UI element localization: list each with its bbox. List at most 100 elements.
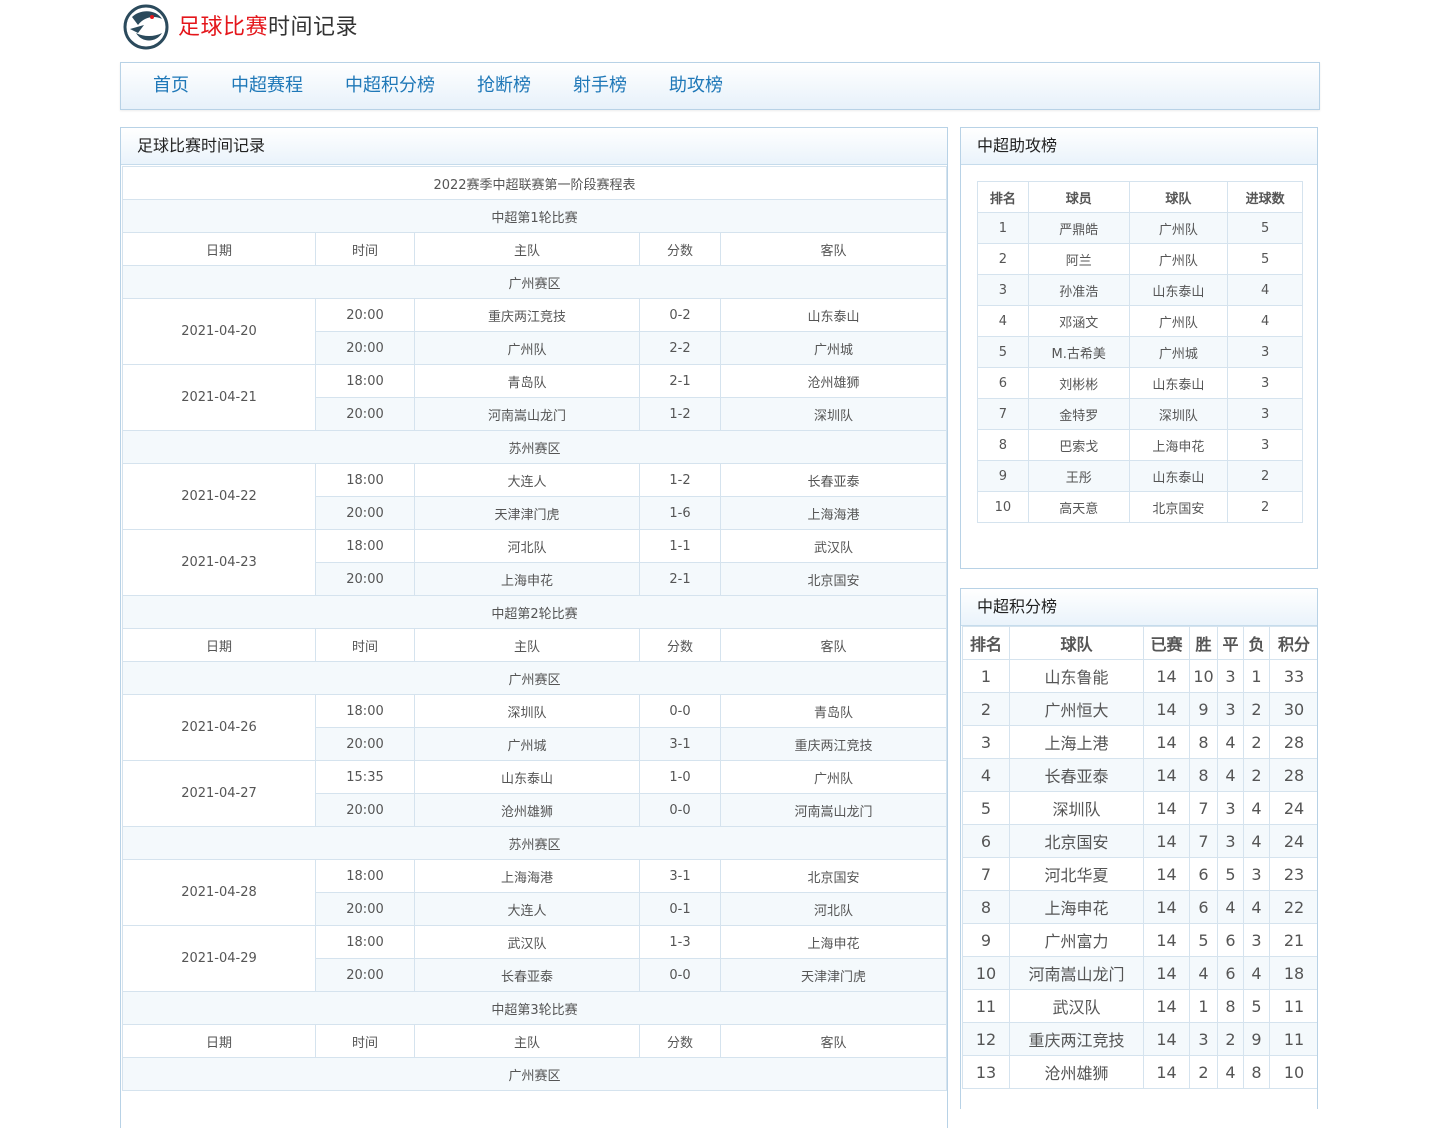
assists-row: 1 严鼎皓 广州队 5	[977, 212, 1303, 244]
match-time: 20:00	[315, 496, 415, 530]
nav-steals[interactable]: 抢断榜	[456, 63, 552, 109]
standings-points: 24	[1269, 791, 1317, 825]
match-score: 0-1	[639, 892, 721, 926]
standings-team: 上海申花	[1009, 890, 1144, 924]
schedule-panel: 足球比赛时间记录 2022赛季中超联赛第一阶段赛程表 中超第1轮比赛 日期 时间 主队分…	[120, 127, 948, 1128]
header-score: 分数	[639, 1024, 721, 1058]
assists-row: 3 孙准浩 山东泰山 4	[977, 274, 1303, 306]
standings-draw: 5	[1217, 857, 1244, 891]
site-logo-icon[interactable]	[122, 3, 170, 51]
assists-goals: 2	[1227, 460, 1303, 492]
assists-team: 山东泰山	[1128, 367, 1229, 399]
assists-rank: 2	[977, 243, 1029, 275]
header-score: 分数	[639, 232, 721, 266]
match-score: 1-6	[639, 496, 721, 530]
assists-rank: 4	[977, 305, 1029, 337]
standings-points: 11	[1269, 989, 1317, 1023]
assists-row: 4 邓涵文 广州队 4	[977, 305, 1303, 337]
nav-scorers[interactable]: 射手榜	[552, 63, 648, 109]
match-home: 广州城	[414, 727, 640, 761]
match-time: 20:00	[315, 727, 415, 761]
match-score: 2-2	[639, 331, 721, 365]
match-date: 2021-04-29	[122, 925, 316, 992]
header-home: 主队	[414, 1024, 640, 1058]
standings-panel: 中超积分榜 排名 球队 已赛胜平负积分 1 山东鲁能 14 10 3 1 33 2 广州恒大 14 9 3…	[960, 588, 1318, 1109]
header-away: 客队	[719, 1024, 947, 1058]
standings-loss: 2	[1243, 692, 1270, 726]
match-row: 2021-04-28 18:00 上海海港 3-1 北京国安	[122, 859, 947, 926]
header-date: 日期	[122, 628, 316, 662]
assists-rank: 10	[977, 491, 1029, 523]
match-score: 3-1	[639, 859, 721, 893]
standings-draw: 3	[1217, 659, 1244, 693]
match-score: 2-1	[639, 364, 721, 398]
schedule-panel-title: 足球比赛时间记录	[121, 128, 947, 165]
site-title[interactable]: 足球比赛时间记录	[178, 13, 358, 43]
match-away: 深圳队	[719, 397, 947, 431]
standings-draw: 8	[1217, 989, 1244, 1023]
nav-standings[interactable]: 中超积分榜	[324, 63, 456, 109]
match-date: 2021-04-21	[122, 364, 316, 431]
header-time: 时间	[315, 1024, 415, 1058]
standings-team: 山东鲁能	[1009, 659, 1144, 693]
assists-rank: 5	[977, 336, 1029, 368]
nav-home[interactable]: 首页	[132, 63, 210, 109]
standings-header-cell: 负	[1243, 626, 1270, 660]
standings-points: 28	[1269, 758, 1317, 792]
standings-win: 9	[1189, 692, 1218, 726]
match-row: 2021-04-26 18:00 深圳队 0-0 青岛队	[122, 694, 947, 761]
standings-header-cell: 积分	[1269, 626, 1317, 660]
match-home: 长春亚泰	[414, 958, 640, 992]
standings-row: 7 河北华夏 14 6 5 3 23	[962, 857, 1317, 891]
assists-rank: 9	[977, 460, 1029, 492]
match-home: 上海申花	[414, 562, 640, 596]
zone-title: 苏州赛区	[121, 826, 947, 860]
standings-win: 7	[1189, 824, 1218, 858]
assists-player: 金特罗	[1027, 398, 1130, 430]
match-time: 20:00	[315, 958, 415, 992]
match-home: 沧州雄狮	[414, 793, 640, 827]
nav-schedule[interactable]: 中超赛程	[210, 63, 324, 109]
standings-row: 3 上海上港 14 8 4 2 28	[962, 725, 1317, 759]
match-away: 河北队	[719, 892, 947, 926]
assists-player: 高天意	[1027, 491, 1130, 523]
standings-points: 10	[1269, 1055, 1317, 1089]
match-home: 重庆两江竞技	[414, 298, 640, 332]
assists-player: M.古希美	[1027, 336, 1130, 368]
standings-win: 8	[1189, 758, 1218, 792]
assists-rank: 6	[977, 367, 1029, 399]
standings-rank: 3	[962, 725, 1010, 759]
round-title: 中超第3轮比赛	[121, 991, 947, 1025]
match-score: 0-0	[639, 958, 721, 992]
assists-team: 山东泰山	[1128, 460, 1229, 492]
standings-win: 6	[1189, 890, 1218, 924]
round-title: 中超第2轮比赛	[121, 595, 947, 629]
match-away: 河南嵩山龙门	[719, 793, 947, 827]
match-home: 上海海港	[414, 859, 640, 893]
standings-win: 4	[1189, 956, 1218, 990]
standings-row: 2 广州恒大 14 9 3 2 30	[962, 692, 1317, 726]
assists-team: 广州队	[1128, 243, 1229, 275]
assists-row: 8 巴索戈 上海申花 3	[977, 429, 1303, 461]
match-home: 大连人	[414, 463, 640, 497]
assists-header-cell: 排名	[977, 181, 1029, 213]
nav-assists[interactable]: 助攻榜	[648, 63, 744, 109]
match-time: 18:00	[315, 925, 415, 959]
assists-goals: 2	[1227, 491, 1303, 523]
standings-loss: 9	[1243, 1022, 1270, 1056]
match-away: 天津津门虎	[719, 958, 947, 992]
round-title: 中超第1轮比赛	[121, 199, 947, 233]
match-score: 1-0	[639, 760, 721, 794]
match-date: 2021-04-28	[122, 859, 316, 926]
match-row: 2021-04-20 20:00 重庆两江竞技 0-2 山东泰山	[122, 298, 947, 365]
match-home: 河南嵩山龙门	[414, 397, 640, 431]
match-away: 广州队	[719, 760, 947, 794]
zone-title-row: 苏州赛区	[121, 430, 947, 464]
standings-team: 广州富力	[1009, 923, 1144, 957]
standings-loss: 4	[1243, 890, 1270, 924]
standings-panel-title: 中超积分榜	[961, 589, 1317, 626]
match-away: 重庆两江竞技	[719, 727, 947, 761]
standings-team: 河南嵩山龙门	[1009, 956, 1144, 990]
standings-team: 上海上港	[1009, 725, 1144, 759]
standings-rank: 9	[962, 923, 1010, 957]
